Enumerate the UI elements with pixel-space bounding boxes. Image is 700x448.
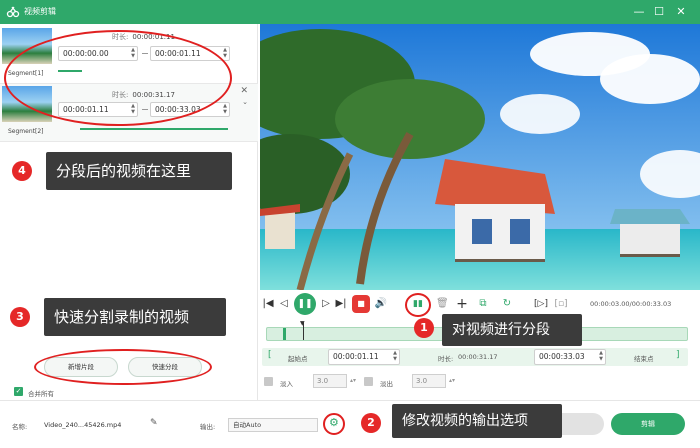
start-point-value: 00:00:01.11 (333, 352, 379, 361)
frame-forward-icon[interactable]: ▷ (320, 296, 332, 312)
pause-button[interactable]: ❚❚ (294, 293, 316, 315)
trim-duration-value: 00:00:31.17 (458, 353, 498, 361)
skip-end-icon[interactable]: ▶| (335, 296, 347, 312)
segment-list-panel: Segment[1] 时长: 00:00:01.11 00:00:00.00 ▲ ▼… (0, 24, 258, 400)
annotation-badge-2: 2 (361, 413, 381, 433)
annotation-ellipse (405, 293, 431, 317)
start-point-label: 起始点 (288, 355, 308, 363)
fade-out-label: 淡出 (380, 380, 393, 388)
annotation-tip-2: 修改视频的输出选项 (392, 404, 562, 438)
end-point-value: 00:00:33.03 (539, 352, 585, 361)
title-bar: 视频剪辑 — ☐ ✕ (0, 0, 700, 24)
chevron-down-icon[interactable]: ⌄ (242, 98, 248, 106)
reset-icon[interactable]: ↻ (500, 296, 514, 312)
delete-icon[interactable]: 🗑 (436, 296, 449, 312)
end-point-input[interactable]: 00:00:33.03 ▲ ▼ (534, 349, 606, 365)
annotation-badge-3: 3 (10, 307, 30, 327)
app-logo-icon (6, 6, 20, 18)
annotation-ellipse (4, 30, 232, 126)
skip-start-icon[interactable]: |◀ (262, 296, 274, 312)
file-name: Video_240...45426.mp4 (44, 421, 122, 429)
video-preview[interactable] (260, 24, 700, 290)
fade-in-input[interactable]: 3.0 (313, 374, 347, 388)
annotation-badge-4: 4 (12, 161, 32, 181)
stop-button[interactable]: ■ (352, 295, 370, 313)
bracket-left-icon: [ (268, 350, 272, 360)
timeline-start-handle[interactable] (283, 328, 286, 340)
spinner-icon[interactable]: ▴▾ (350, 377, 356, 384)
frame-back-icon[interactable]: ◁ (278, 296, 290, 312)
name-label: 名称: (12, 423, 28, 431)
trim-duration-label: 时长: (438, 355, 454, 363)
maximize-button[interactable]: ☐ (650, 3, 668, 21)
copy-icon[interactable]: ⧉ (477, 296, 489, 312)
spinner-icon[interactable]: ▴▾ (449, 377, 455, 384)
playhead-marker-icon: ▼ (300, 320, 305, 327)
close-window-button[interactable]: ✕ (672, 3, 690, 21)
end-point-label: 结束点 (634, 355, 654, 363)
fade-in-label: 淡入 (280, 380, 293, 388)
fade-out-input[interactable]: 3.0 (412, 374, 446, 388)
window-title: 视频剪辑 (24, 7, 56, 16)
segment-progress-bar (80, 128, 228, 130)
annotation-tip-4: 分段后的视频在这里 (46, 152, 232, 190)
cut-button[interactable]: 剪辑 (611, 413, 685, 435)
fade-out-checkbox[interactable] (364, 377, 373, 386)
playback-time: 00:00:03.00/00:00:33.03 (590, 300, 672, 308)
annotation-tip-3: 快速分割录制的视频 (44, 298, 226, 336)
fade-in-checkbox[interactable] (264, 377, 273, 386)
annotation-badge-1: 1 (414, 318, 434, 338)
output-select[interactable]: 自动Auto (228, 418, 318, 432)
crop-icon[interactable]: [▷] (534, 296, 548, 312)
annotation-ellipse (34, 349, 212, 385)
close-icon[interactable]: ✕ (240, 86, 248, 96)
add-icon[interactable]: + (456, 296, 468, 312)
segment-label: Segment[2] (8, 128, 44, 135)
annotation-ellipse (323, 413, 345, 435)
annotation-tip-1: 对视频进行分段 (442, 314, 582, 346)
merge-all-label: 合并所有 (28, 390, 54, 398)
spinner-icon[interactable]: ▲ ▼ (223, 47, 227, 59)
spinner-icon[interactable]: ▲ ▼ (223, 103, 227, 115)
merge-all-checkbox[interactable]: ✓ (14, 387, 23, 396)
trim-row: [ 起始点 00:00:01.11 ▲ ▼ 时长: 00:00:31.17 00:… (262, 348, 688, 366)
volume-icon[interactable]: 🔊 (374, 296, 388, 312)
fit-icon[interactable]: [▫] (554, 296, 568, 312)
start-point-input[interactable]: 00:00:01.11 ▲ ▼ (328, 349, 400, 365)
output-label: 输出: (200, 423, 216, 431)
video-frame (260, 24, 700, 290)
pencil-icon[interactable]: ✎ (150, 418, 158, 428)
spinner-icon[interactable]: ▲ ▼ (393, 350, 397, 362)
bracket-right-icon: ] (676, 350, 680, 360)
spinner-icon[interactable]: ▲ ▼ (599, 350, 603, 362)
minimize-button[interactable]: — (630, 3, 648, 21)
